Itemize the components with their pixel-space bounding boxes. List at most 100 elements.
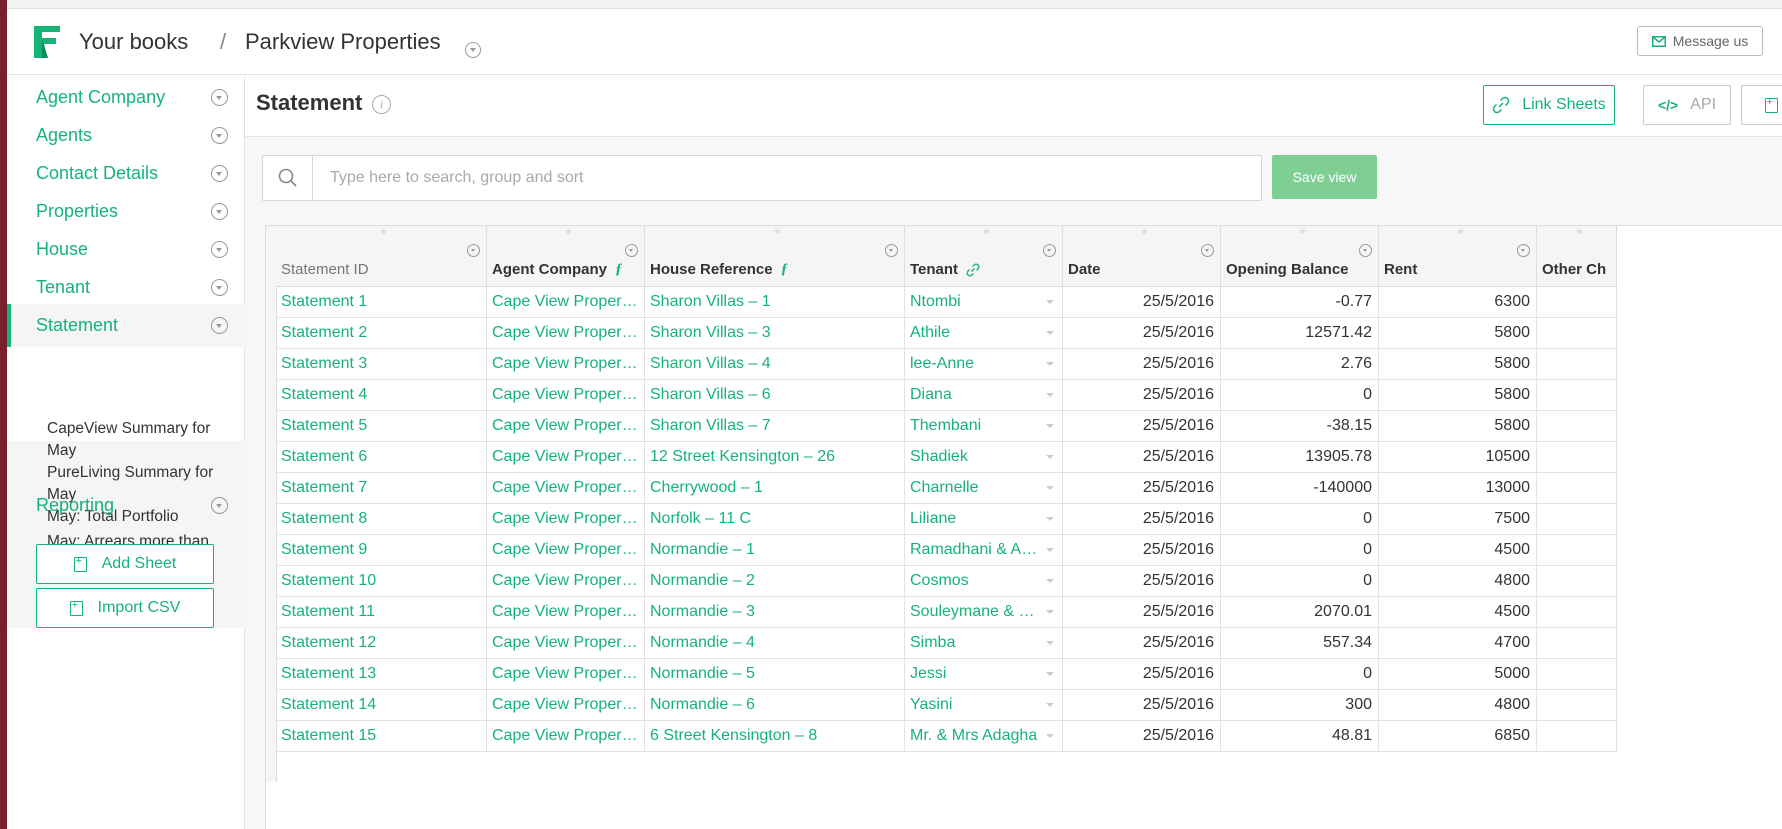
cell-house-reference[interactable]: Normandie – 6 (645, 690, 905, 721)
sidebar-item-agents[interactable]: Agents (7, 114, 245, 157)
grist-logo-icon[interactable] (34, 26, 60, 58)
cell-opening-balance[interactable]: 0 (1221, 659, 1379, 690)
cell-date[interactable]: 25/5/2016 (1063, 411, 1221, 442)
cell-date[interactable]: 25/5/2016 (1063, 566, 1221, 597)
cell-statement-id[interactable]: Statement 10 (276, 566, 487, 597)
table-row[interactable]: Statement 2 Cape View Properties Sharon Vi… (266, 318, 1782, 349)
chevron-down-icon[interactable] (211, 497, 228, 514)
cell-other-charges[interactable] (1537, 442, 1617, 473)
table-row[interactable]: Statement 14 Cape View Properties Normandi… (266, 690, 1782, 721)
cell-opening-balance[interactable]: 0 (1221, 566, 1379, 597)
cell-opening-balance[interactable]: 12571.42 (1221, 318, 1379, 349)
cell-tenant[interactable]: Thembani (905, 411, 1063, 442)
reference-dropdown-icon[interactable] (1046, 579, 1054, 583)
sidebar-item-agent-company[interactable]: Agent Company (7, 76, 245, 119)
cell-tenant[interactable]: Yasini (905, 690, 1063, 721)
cell-rent[interactable]: 6300 (1379, 287, 1537, 318)
cell-tenant[interactable]: Liliane (905, 504, 1063, 535)
reference-dropdown-icon[interactable] (1046, 703, 1054, 707)
sidebar-item-house[interactable]: House (7, 228, 245, 271)
cell-statement-id[interactable]: Statement 6 (276, 442, 487, 473)
cell-house-reference[interactable]: Normandie – 5 (645, 659, 905, 690)
cell-statement-id[interactable]: Statement 7 (276, 473, 487, 504)
cell-opening-balance[interactable]: 2070.01 (1221, 597, 1379, 628)
column-drag-handle-icon[interactable] (381, 229, 386, 234)
cell-other-charges[interactable] (1537, 659, 1617, 690)
cell-rent[interactable]: 10500 (1379, 442, 1537, 473)
column-drag-handle-icon[interactable] (1457, 229, 1463, 234)
cell-statement-id[interactable]: Statement 14 (276, 690, 487, 721)
cell-date[interactable]: 25/5/2016 (1063, 535, 1221, 566)
cell-date[interactable]: 25/5/2016 (1063, 442, 1221, 473)
column-header-rent[interactable]: Rent (1379, 226, 1537, 287)
cell-tenant[interactable]: Mr. & Mrs Adagha (905, 721, 1063, 752)
chevron-down-icon[interactable] (211, 89, 228, 106)
reference-dropdown-icon[interactable] (1046, 300, 1054, 304)
cell-agent-company[interactable]: Cape View Properties (487, 287, 645, 318)
cell-agent-company[interactable]: Cape View Properties (487, 318, 645, 349)
cell-other-charges[interactable] (1537, 628, 1617, 659)
reference-dropdown-icon[interactable] (1046, 455, 1054, 459)
cell-rent[interactable]: 6850 (1379, 721, 1537, 752)
reference-dropdown-icon[interactable] (1046, 734, 1054, 738)
cell-tenant[interactable]: Cosmos (905, 566, 1063, 597)
reference-dropdown-icon[interactable] (1046, 393, 1054, 397)
column-drag-handle-icon[interactable] (774, 229, 780, 234)
cell-opening-balance[interactable]: 2.76 (1221, 349, 1379, 380)
reference-dropdown-icon[interactable] (1046, 672, 1054, 676)
cell-date[interactable]: 25/5/2016 (1063, 287, 1221, 318)
cell-date[interactable]: 25/5/2016 (1063, 380, 1221, 411)
cell-house-reference[interactable]: Sharon Villas – 4 (645, 349, 905, 380)
table-row[interactable]: Statement 5 Cape View Properties Sharon Vi… (266, 411, 1782, 442)
cell-house-reference[interactable]: Cherrywood – 1 (645, 473, 905, 504)
table-row[interactable]: Statement 12 Cape View Properties Normandi… (266, 628, 1782, 659)
cell-rent[interactable]: 5800 (1379, 349, 1537, 380)
cell-other-charges[interactable] (1537, 318, 1617, 349)
cell-opening-balance[interactable]: 557.34 (1221, 628, 1379, 659)
cell-rent[interactable]: 5800 (1379, 380, 1537, 411)
cell-tenant[interactable]: Athile (905, 318, 1063, 349)
cell-statement-id[interactable]: Statement 11 (276, 597, 487, 628)
chevron-down-icon[interactable] (211, 279, 228, 296)
cell-other-charges[interactable] (1537, 473, 1617, 504)
cell-house-reference[interactable]: Normandie – 2 (645, 566, 905, 597)
column-header-house-reference[interactable]: House Reference ƒ (645, 226, 905, 287)
column-menu-caret-icon[interactable] (885, 244, 898, 257)
cell-agent-company[interactable]: Cape View Properties (487, 628, 645, 659)
column-header-agent-company[interactable]: Agent Company ƒ (487, 226, 645, 287)
cell-agent-company[interactable]: Cape View Properties (487, 659, 645, 690)
cell-house-reference[interactable]: Normandie – 1 (645, 535, 905, 566)
chevron-down-icon[interactable] (211, 203, 228, 220)
cell-statement-id[interactable]: Statement 1 (276, 287, 487, 318)
column-menu-caret-icon[interactable] (625, 244, 638, 257)
cell-other-charges[interactable] (1537, 349, 1617, 380)
cell-house-reference[interactable]: Sharon Villas – 7 (645, 411, 905, 442)
cell-agent-company[interactable]: Cape View Properties (487, 597, 645, 628)
breadcrumb-home[interactable]: Your books (79, 29, 188, 55)
table-row[interactable]: Statement 10 Cape View Properties Normandi… (266, 566, 1782, 597)
column-drag-handle-icon[interactable] (1141, 229, 1147, 234)
message-us-button[interactable]: Message us (1637, 26, 1763, 56)
cell-statement-id[interactable]: Statement 5 (276, 411, 487, 442)
search-input[interactable] (314, 156, 1261, 200)
cell-opening-balance[interactable]: -140000 (1221, 473, 1379, 504)
cell-opening-balance[interactable]: 0 (1221, 535, 1379, 566)
reference-dropdown-icon[interactable] (1046, 486, 1054, 490)
info-icon[interactable]: i (372, 95, 391, 114)
link-sheets-button[interactable]: Link Sheets (1483, 85, 1615, 125)
cell-statement-id[interactable]: Statement 13 (276, 659, 487, 690)
cell-statement-id[interactable]: Statement 4 (276, 380, 487, 411)
column-menu-caret-icon[interactable] (1517, 244, 1530, 257)
cell-date[interactable]: 25/5/2016 (1063, 504, 1221, 535)
cell-other-charges[interactable] (1537, 690, 1617, 721)
cell-agent-company[interactable]: Cape View Properties (487, 349, 645, 380)
cell-date[interactable]: 25/5/2016 (1063, 349, 1221, 380)
cell-rent[interactable]: 13000 (1379, 473, 1537, 504)
chevron-down-icon[interactable] (211, 127, 228, 144)
column-header-opening-balance[interactable]: Opening Balance (1221, 226, 1379, 287)
cell-rent[interactable]: 4700 (1379, 628, 1537, 659)
column-header-date[interactable]: Date (1063, 226, 1221, 287)
cell-date[interactable]: 25/5/2016 (1063, 473, 1221, 504)
cell-house-reference[interactable]: 12 Street Kensington – 26 (645, 442, 905, 473)
cell-opening-balance[interactable]: 300 (1221, 690, 1379, 721)
